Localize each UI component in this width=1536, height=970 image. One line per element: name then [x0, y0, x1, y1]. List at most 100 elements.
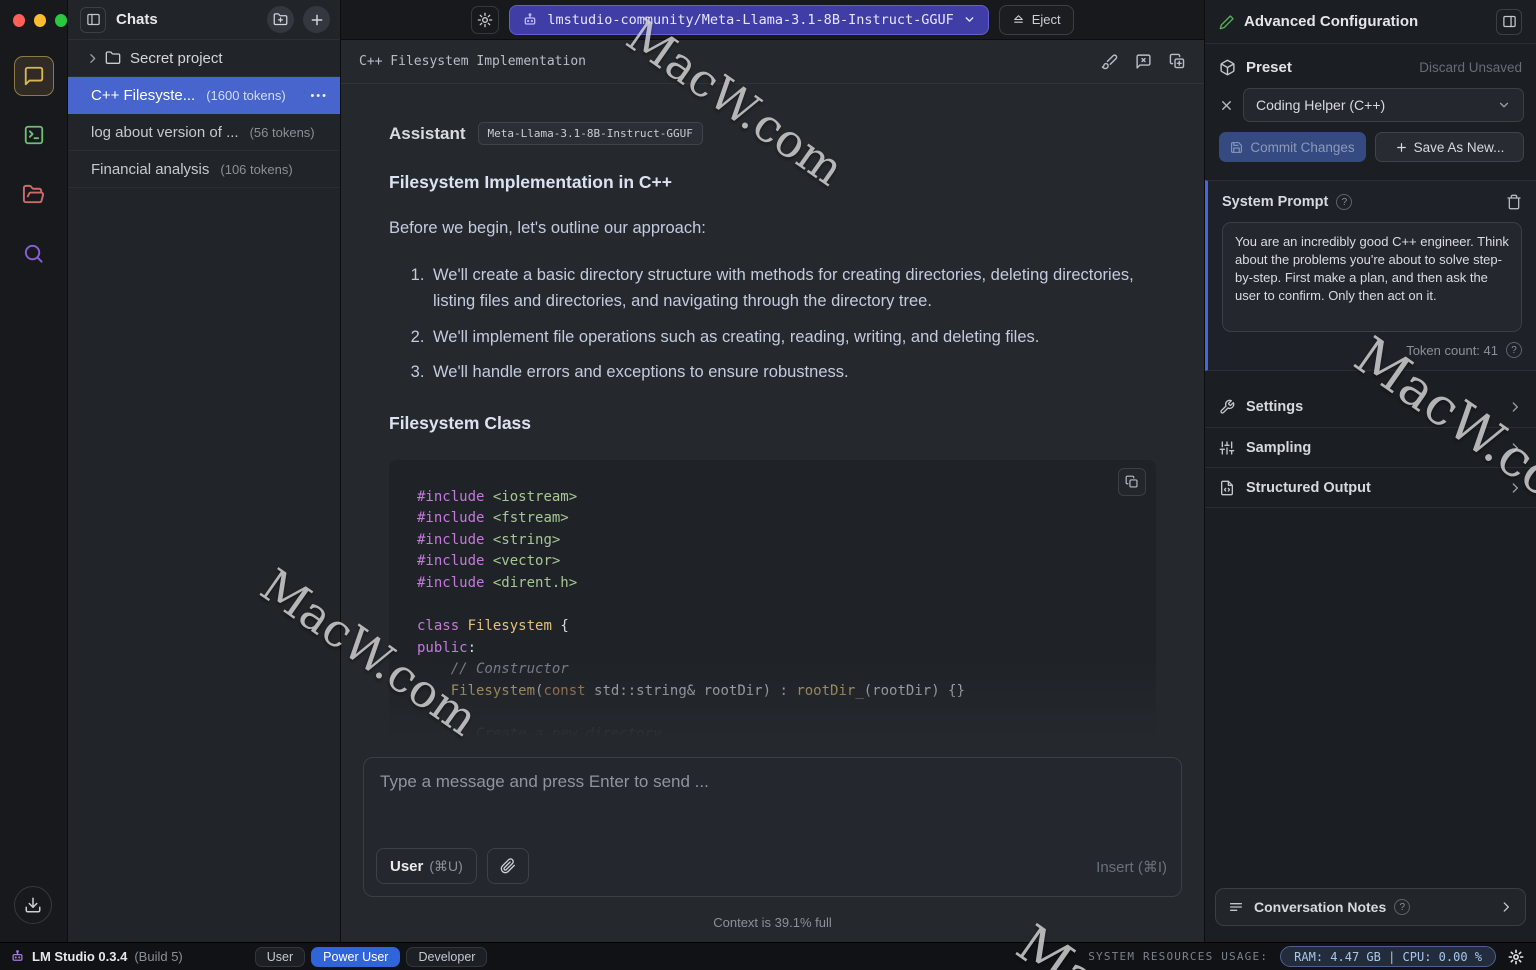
chat-list-item[interactable]: Financial analysis (106 tokens) [68, 151, 340, 188]
message-heading: Filesystem Implementation in C++ [389, 172, 1156, 193]
user-role-shortcut: (⌘U) [429, 858, 462, 875]
loaded-model-selector[interactable]: lmstudio-community/Meta-Llama-3.1-8B-Ins… [509, 5, 988, 35]
mode-developer[interactable]: Developer [406, 947, 487, 967]
nav-developer-button[interactable] [14, 115, 54, 155]
gear-icon [477, 12, 493, 28]
clean-conversation-icon[interactable] [1101, 53, 1118, 70]
section-label: Sampling [1246, 440, 1508, 456]
delete-system-prompt-button[interactable] [1506, 194, 1522, 210]
assistant-model-badge: Meta-Llama-3.1-8B-Instruct-GGUF [478, 122, 703, 145]
commit-changes-button[interactable]: Commit Changes [1219, 132, 1366, 162]
conversation-notes-label: Conversation Notes [1254, 899, 1386, 915]
chats-sidebar: Chats Secret project C++ Filesyste... (1… [68, 0, 341, 942]
app-build: (Build 5) [134, 949, 182, 964]
chevron-right-icon [1508, 481, 1522, 495]
chat-item-title: Financial analysis [91, 161, 209, 178]
folder-open-icon [22, 183, 45, 206]
assistant-label: Assistant [389, 124, 466, 144]
message-heading: Filesystem Class [389, 413, 1156, 434]
collapse-sidebar-button[interactable] [80, 7, 106, 33]
save-as-new-button[interactable]: Save As New... [1375, 132, 1524, 162]
chat-bubble-icon [23, 65, 45, 87]
mode-user[interactable]: User [255, 947, 305, 967]
message-input-container: User (⌘U) Insert (⌘I) [363, 757, 1182, 897]
chat-item-title: C++ Filesyste... [91, 87, 195, 104]
lmstudio-logo-icon [10, 949, 25, 964]
chat-item-tokens: (1600 tokens) [206, 88, 286, 103]
more-options-icon[interactable] [310, 90, 328, 102]
conversation-notes-button[interactable]: Conversation Notes [1215, 888, 1526, 926]
chat-main-area: lmstudio-community/Meta-Llama-3.1-8B-Ins… [341, 0, 1204, 942]
plus-icon [309, 12, 325, 28]
discard-unsaved-button[interactable]: Discard Unsaved [1419, 60, 1522, 75]
search-icon [22, 242, 45, 265]
minimize-window-button[interactable] [34, 14, 46, 27]
insert-button[interactable]: Insert (⌘I) [1096, 858, 1167, 876]
clear-preset-button[interactable] [1219, 98, 1234, 113]
settings-gear-icon[interactable] [1508, 949, 1524, 965]
folder-row-secret-project[interactable]: Secret project [68, 40, 340, 77]
close-window-button[interactable] [13, 14, 25, 27]
sampling-section-row[interactable]: Sampling [1205, 427, 1536, 467]
mode-power-user[interactable]: Power User [311, 947, 400, 967]
message-input[interactable] [380, 772, 1165, 834]
chat-list-item[interactable]: C++ Filesyste... (1600 tokens) [68, 77, 340, 114]
code-block-content: #include <iostream>#include <fstream>#in… [417, 487, 1156, 768]
new-chat-button[interactable] [303, 6, 330, 33]
list-item: We'll handle errors and exceptions to en… [429, 359, 1156, 385]
resources-usage-value[interactable]: RAM: 4.47 GB | CPU: 0.00 % [1280, 946, 1496, 967]
save-icon [1230, 141, 1243, 154]
chevron-right-icon [86, 52, 99, 65]
file-code-icon [1219, 480, 1235, 496]
help-icon[interactable] [1394, 899, 1410, 915]
duplicate-chat-icon[interactable] [1169, 53, 1186, 70]
chat-item-tokens: (56 tokens) [250, 125, 315, 140]
folder-name: Secret project [130, 50, 223, 67]
nav-my-models-button[interactable] [14, 174, 54, 214]
token-count-label: Token count: 41 [1406, 343, 1498, 358]
collapse-panel-button[interactable] [1496, 9, 1522, 35]
clear-messages-icon[interactable] [1135, 53, 1152, 70]
section-label: Structured Output [1246, 480, 1508, 496]
advanced-configuration-panel: Advanced Configuration Preset Discard Un… [1204, 0, 1536, 942]
chat-list-item[interactable]: log about version of ... (56 tokens) [68, 114, 340, 151]
status-bar: LM Studio 0.3.4 (Build 5) User Power Use… [0, 942, 1536, 970]
structured-output-section-row[interactable]: Structured Output [1205, 467, 1536, 507]
settings-section-row[interactable]: Settings [1205, 387, 1536, 427]
attach-file-button[interactable] [487, 848, 529, 884]
user-role-label: User [390, 858, 423, 875]
chevron-down-icon [963, 13, 976, 26]
list-item: We'll implement file operations such as … [429, 324, 1156, 350]
model-settings-gear-button[interactable] [471, 6, 499, 34]
chevron-down-icon [1497, 98, 1511, 112]
copy-icon [1125, 475, 1139, 489]
eject-label: Eject [1032, 12, 1061, 27]
preset-dropdown[interactable]: Coding Helper (C++) [1243, 88, 1524, 122]
pencil-icon [1219, 14, 1235, 30]
message-paragraph: Before we begin, let's outline our appro… [389, 219, 1156, 238]
zoom-window-button[interactable] [55, 14, 67, 27]
user-role-button[interactable]: User (⌘U) [376, 848, 477, 884]
paperclip-icon [500, 858, 516, 874]
wrench-icon [1219, 399, 1235, 415]
copy-code-button[interactable] [1118, 468, 1146, 496]
help-icon[interactable] [1336, 194, 1352, 210]
help-icon[interactable] [1506, 342, 1522, 358]
preset-selected-value: Coding Helper (C++) [1256, 97, 1497, 113]
chat-item-tokens: (106 tokens) [220, 162, 292, 177]
nav-chat-button[interactable] [14, 56, 54, 96]
sidebar-title: Chats [116, 11, 258, 28]
downloads-button[interactable] [14, 886, 52, 924]
loaded-model-name: lmstudio-community/Meta-Llama-3.1-8B-Ins… [547, 12, 953, 28]
section-label: Settings [1246, 399, 1508, 415]
new-folder-button[interactable] [267, 6, 294, 33]
folder-plus-icon [273, 12, 288, 27]
sliders-icon [1219, 440, 1235, 456]
system-prompt-input[interactable]: You are an incredibly good C++ engineer.… [1222, 222, 1522, 332]
terminal-icon [23, 124, 45, 146]
download-icon [24, 896, 42, 914]
preset-section-label: Preset [1246, 59, 1419, 76]
nav-discover-button[interactable] [14, 233, 54, 273]
eject-model-button[interactable]: Eject [999, 5, 1074, 35]
chevron-right-icon [1499, 900, 1513, 914]
